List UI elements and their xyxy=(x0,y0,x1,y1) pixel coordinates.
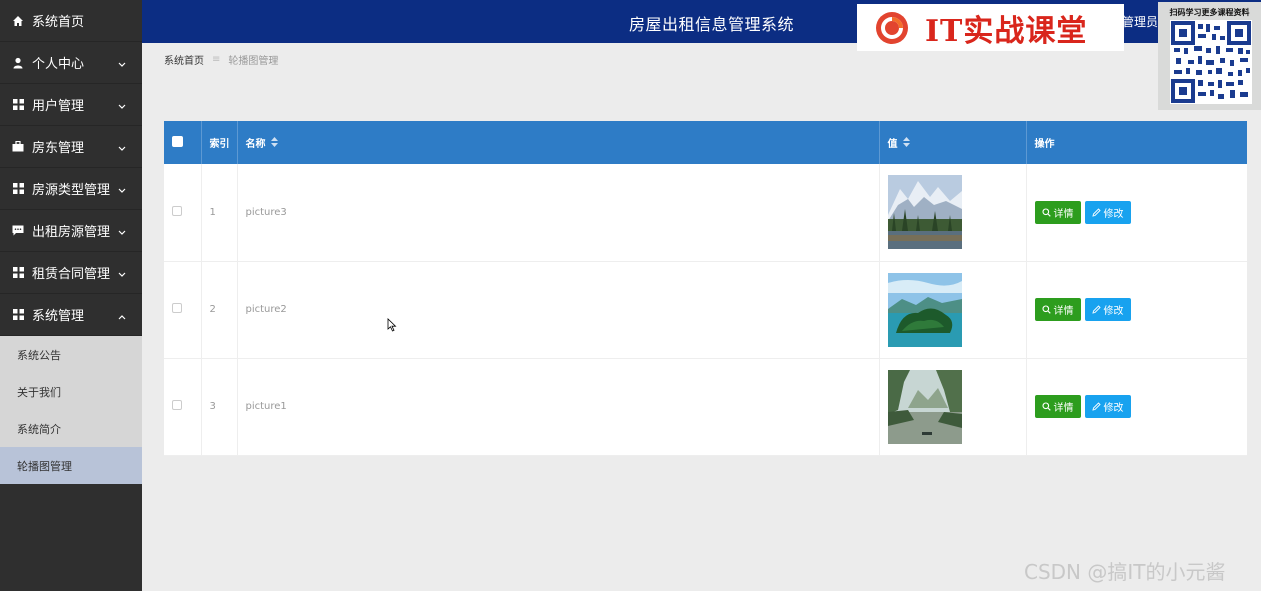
home-icon xyxy=(11,15,25,27)
select-all-checkbox[interactable] xyxy=(172,135,183,147)
sidebar-item-system-management[interactable]: 系统管理 xyxy=(0,294,142,336)
carousel-table: 索引 名称 值 操作 1 picture3 详情 修改 2 picture2 详… xyxy=(164,121,1247,456)
detail-button[interactable]: 详情 xyxy=(1034,395,1081,418)
sort-icon[interactable] xyxy=(270,137,278,150)
row-checkbox[interactable] xyxy=(172,303,182,313)
edit-icon xyxy=(1091,402,1101,411)
top-header: 房屋出租信息管理系统 管理员 IT实战课堂 扫码学习更多课程资料 xyxy=(142,0,1261,110)
sidebar-item-rental-listing-management[interactable]: 出租房源管理 xyxy=(0,210,142,252)
grid-icon xyxy=(11,267,25,278)
row-name: picture3 xyxy=(237,164,880,262)
row-name: picture1 xyxy=(237,358,880,456)
sidebar-item-label: 租赁合同管理 xyxy=(32,267,111,282)
table-row: 3 picture1 详情 修改 xyxy=(164,358,1247,456)
submenu-item-carousel-management[interactable]: 轮播图管理 xyxy=(0,447,142,484)
chevron-down-icon xyxy=(118,141,126,156)
detail-button[interactable]: 详情 xyxy=(1034,298,1081,321)
page-title: 房屋出租信息管理系统 xyxy=(629,15,795,34)
qr-code-icon xyxy=(1170,20,1252,104)
sidebar-item-label: 个人中心 xyxy=(32,57,85,72)
sidebar-item-label: 房源类型管理 xyxy=(32,183,111,198)
submenu-item-about-us[interactable]: 关于我们 xyxy=(0,373,142,410)
submenu-item-announcement[interactable]: 系统公告 xyxy=(0,336,142,373)
grid-icon xyxy=(11,309,25,320)
briefcase-icon xyxy=(11,141,25,152)
qr-code-panel: 扫码学习更多课程资料 xyxy=(1158,2,1261,110)
brand-text: IT实战课堂 xyxy=(925,13,1088,49)
admin-user-label[interactable]: 管理员 xyxy=(1122,13,1158,30)
chevron-down-icon xyxy=(118,183,126,198)
chevron-down-icon xyxy=(118,225,126,240)
sidebar-item-label: 房东管理 xyxy=(32,141,85,156)
sidebar-item-user-management[interactable]: 用户管理 xyxy=(0,84,142,126)
chevron-down-icon xyxy=(118,267,126,282)
search-icon xyxy=(1041,208,1051,217)
snowy-mountain-lake-image xyxy=(887,175,962,250)
qr-caption: 扫码学习更多课程资料 xyxy=(1169,8,1250,17)
system-management-submenu: 系统公告 关于我们 系统简介 轮播图管理 xyxy=(0,336,142,484)
grid-icon xyxy=(11,183,25,194)
row-index: 1 xyxy=(201,164,238,262)
detail-button[interactable]: 详情 xyxy=(1034,200,1081,224)
grid-icon xyxy=(11,99,25,110)
edit-button[interactable]: 修改 xyxy=(1084,298,1131,321)
submenu-item-system-intro[interactable]: 系统简介 xyxy=(0,410,142,447)
row-checkbox[interactable] xyxy=(172,205,182,216)
search-icon xyxy=(1041,305,1051,314)
chevron-up-icon xyxy=(118,309,126,324)
row-checkbox[interactable] xyxy=(172,400,182,410)
edit-button[interactable]: 修改 xyxy=(1084,200,1131,224)
column-header-value[interactable]: 值 xyxy=(879,121,1027,164)
column-header-index: 索引 xyxy=(201,121,238,164)
sidebar-item-label: 系统管理 xyxy=(32,309,85,324)
column-header-name[interactable]: 名称 xyxy=(237,121,880,164)
breadcrumb-separator: ≡ xyxy=(212,54,221,65)
sidebar-item-lease-contract-management[interactable]: 租赁合同管理 xyxy=(0,252,142,294)
sidebar-item-landlord-management[interactable]: 房东管理 xyxy=(0,126,142,168)
sidebar-item-label: 系统首页 xyxy=(32,15,85,30)
sort-icon[interactable] xyxy=(902,137,910,150)
mouse-cursor-icon xyxy=(387,318,397,332)
sidebar-item-personal-center[interactable]: 个人中心 xyxy=(0,42,142,84)
breadcrumb-home[interactable]: 系统首页 xyxy=(164,52,204,67)
brand-logo-icon xyxy=(876,11,908,44)
row-index: 2 xyxy=(201,261,238,359)
green-island-water-image xyxy=(887,272,962,347)
edit-icon xyxy=(1091,305,1101,314)
table-row: 2 picture2 详情 修改 xyxy=(164,261,1247,359)
user-icon xyxy=(11,57,25,69)
column-header-actions: 操作 xyxy=(1026,121,1247,164)
sidebar-item-label: 用户管理 xyxy=(32,99,85,114)
table-header-row: 索引 名称 值 操作 xyxy=(164,121,1247,164)
table-row: 1 picture3 详情 修改 xyxy=(164,164,1247,262)
row-index: 3 xyxy=(201,358,238,456)
search-icon xyxy=(1041,402,1051,411)
breadcrumb-current: 轮播图管理 xyxy=(228,56,279,67)
chevron-down-icon xyxy=(118,57,126,72)
select-all-header xyxy=(164,121,202,164)
brand-banner: IT实战课堂 xyxy=(857,4,1124,51)
edit-icon xyxy=(1091,208,1101,217)
sidebar-item-home[interactable]: 系统首页 xyxy=(0,0,142,42)
chevron-down-icon xyxy=(118,99,126,114)
watermark: CSDN @搞IT的小元酱 xyxy=(1024,560,1226,584)
breadcrumb: 系统首页 ≡ 轮播图管理 xyxy=(164,52,278,67)
sidebar-item-house-type-management[interactable]: 房源类型管理 xyxy=(0,168,142,210)
chat-icon xyxy=(11,225,25,236)
sidebar-item-label: 出租房源管理 xyxy=(32,225,111,240)
row-name: picture2 xyxy=(237,261,880,359)
edit-button[interactable]: 修改 xyxy=(1084,395,1131,418)
river-valley-boat-image xyxy=(887,369,962,444)
sidebar: 系统首页 个人中心 用户管理 房东管理 房源类型管理 出租房源管理 租赁合同管理… xyxy=(0,0,142,591)
